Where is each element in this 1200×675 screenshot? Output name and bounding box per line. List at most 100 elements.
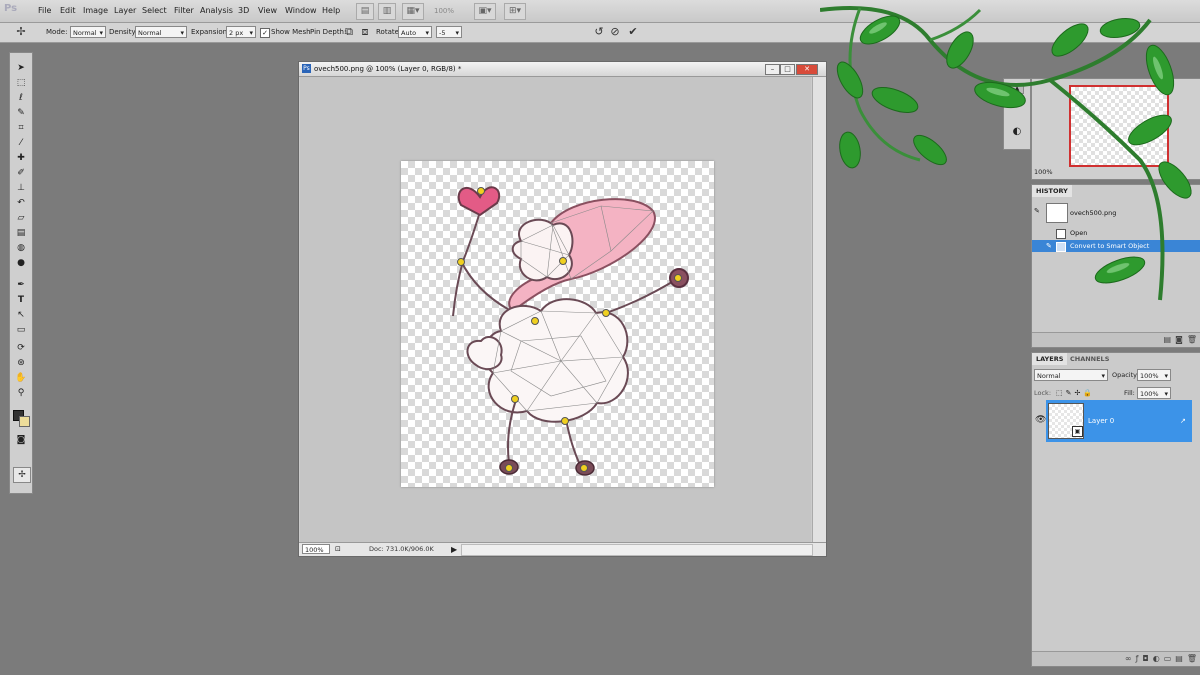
leaf-shape xyxy=(913,134,947,166)
pin-left-hip[interactable] xyxy=(511,395,519,403)
shape-tool-icon[interactable]: ▭ xyxy=(13,323,29,337)
menu-help[interactable]: Help xyxy=(322,0,340,22)
status-menu-arrow-icon[interactable]: ▶ xyxy=(451,543,457,556)
quick-select-tool-icon[interactable]: ✎ xyxy=(13,106,29,120)
image-canvas[interactable] xyxy=(401,161,714,487)
pin-right-shoulder[interactable] xyxy=(602,309,610,317)
hand-tool-icon[interactable]: ✋ xyxy=(13,371,29,385)
document-canvas-area[interactable] xyxy=(300,77,811,542)
tab-layers[interactable]: LAYERS xyxy=(1032,353,1068,365)
menu-image[interactable]: Image xyxy=(83,0,108,22)
pin-neck[interactable] xyxy=(531,317,539,325)
blend-mode-select[interactable]: Normal xyxy=(1034,369,1108,382)
puppet-warp-tool-icon[interactable]: ✢ xyxy=(13,467,31,483)
new-snapshot-icon[interactable]: ◙ xyxy=(1175,335,1187,344)
menu-select[interactable]: Select xyxy=(142,0,167,22)
pin-left-foot[interactable] xyxy=(505,464,513,472)
sheep-illustration[interactable] xyxy=(401,161,714,487)
type-tool-icon[interactable]: T xyxy=(13,293,29,307)
delete-icon[interactable]: 🗑 xyxy=(1187,335,1200,344)
mode-value: Normal xyxy=(73,29,97,37)
eraser-tool-icon[interactable]: ▱ xyxy=(13,211,29,225)
gradient-tool-icon[interactable]: ▤ xyxy=(13,226,29,240)
menu-edit[interactable]: Edit xyxy=(60,0,76,22)
quick-mask-icon[interactable]: ◙ xyxy=(13,433,29,447)
mini-bridge-icon[interactable]: ▥ xyxy=(378,3,396,20)
rotate-select[interactable]: Auto xyxy=(398,26,432,39)
pin-heart[interactable] xyxy=(477,187,485,195)
zoom-level-select[interactable]: 100% xyxy=(434,0,454,22)
commit-icon[interactable]: ✔ xyxy=(626,25,640,39)
layer-fx-icon[interactable]: ↗ xyxy=(1180,400,1186,442)
3d-orbit-tool-icon[interactable]: ⊛ xyxy=(13,356,29,370)
minimize-icon[interactable]: – xyxy=(765,64,780,75)
document-title-bar[interactable]: Ps ovech500.png @ 100% (Layer 0, RGB/8) … xyxy=(299,62,826,77)
link-layers-icon[interactable]: ∞ xyxy=(1125,654,1136,663)
zoom-tool-icon[interactable]: ⚲ xyxy=(13,386,29,400)
pin-backward-icon[interactable]: ⧈ xyxy=(358,25,372,39)
mode-select[interactable]: Normal xyxy=(70,26,106,39)
tab-channels[interactable]: CHANNELS xyxy=(1066,353,1113,365)
delete-layer-icon[interactable]: 🗑 xyxy=(1187,654,1200,663)
menu-view[interactable]: View xyxy=(258,0,277,22)
pin-left-hand[interactable] xyxy=(457,258,465,266)
new-layer-icon[interactable]: ▤ xyxy=(1175,654,1187,663)
head-shape xyxy=(511,218,574,282)
close-icon[interactable]: ✕ xyxy=(796,64,818,75)
menu-filter[interactable]: Filter xyxy=(174,0,194,22)
show-mesh-checkbox[interactable]: ✓ xyxy=(260,28,270,38)
fill-input[interactable]: 100% xyxy=(1137,387,1171,400)
menu-window[interactable]: Window xyxy=(285,0,317,22)
healing-brush-tool-icon[interactable]: ✚ xyxy=(13,151,29,165)
pin-right-foot[interactable] xyxy=(580,464,588,472)
marquee-tool-icon[interactable]: ⬚ xyxy=(13,76,29,90)
adjustment-layer-icon[interactable]: ◐ xyxy=(1153,654,1164,663)
pin-head[interactable] xyxy=(559,257,567,265)
pin-right-hip[interactable] xyxy=(561,417,569,425)
eyedropper-tool-icon[interactable]: ⁄ xyxy=(13,136,29,150)
move-tool-icon[interactable]: ➤ xyxy=(13,61,29,75)
dodge-tool-icon[interactable]: ● xyxy=(13,256,29,270)
pen-tool-icon[interactable]: ✒ xyxy=(13,278,29,292)
blur-tool-icon[interactable]: ◍ xyxy=(13,241,29,255)
new-document-icon[interactable]: ▤ xyxy=(1164,335,1176,344)
menu-layer[interactable]: Layer xyxy=(114,0,136,22)
cancel-icon[interactable]: ⊘ xyxy=(608,25,622,39)
lasso-tool-icon[interactable]: ℓ xyxy=(13,91,29,105)
visibility-eye-icon[interactable]: 👁 xyxy=(1035,415,1046,425)
view-extras-icon[interactable]: ▦▾ xyxy=(402,3,424,20)
rotate-angle-input[interactable]: -5 xyxy=(436,26,462,39)
zoom-field[interactable]: 100% xyxy=(302,544,330,554)
history-brush-tool-icon[interactable]: ↶ xyxy=(13,196,29,210)
3d-rotate-tool-icon[interactable]: ⟳ xyxy=(13,341,29,355)
smart-object-icon: ▣ xyxy=(1072,426,1083,437)
layer-mask-icon[interactable]: ◘ xyxy=(1142,654,1152,663)
expansion-input[interactable]: 2 px xyxy=(226,26,256,39)
layers-panel: LAYERS CHANNELS Normal Opacity: 100% Loc… xyxy=(1031,352,1200,667)
bridge-icon[interactable]: ▤ xyxy=(356,3,374,20)
brush-tool-icon[interactable]: ✐ xyxy=(13,166,29,180)
menu-file[interactable]: File xyxy=(38,0,51,22)
menu-analysis[interactable]: Analysis xyxy=(200,0,233,22)
background-color-swatch[interactable] xyxy=(19,416,30,427)
opacity-input[interactable]: 100% xyxy=(1137,369,1171,382)
screen-mode-icon[interactable]: ⊞▾ xyxy=(504,3,526,20)
clone-stamp-tool-icon[interactable]: ⊥ xyxy=(13,181,29,195)
lock-icons[interactable]: ⬚✎✢🔒 xyxy=(1056,387,1095,399)
crop-tool-icon[interactable]: ⌗ xyxy=(13,121,29,135)
horizontal-scrollbar[interactable] xyxy=(461,544,813,556)
menu-3d[interactable]: 3D xyxy=(238,0,249,22)
vine-stem xyxy=(820,6,1152,87)
puppet-warp-tool-icon[interactable]: ✢ xyxy=(14,25,28,39)
pin-right-hand[interactable] xyxy=(674,274,682,282)
layer-name[interactable]: Layer 0 xyxy=(1088,400,1114,442)
layer-row[interactable]: ▣ Layer 0 ↗ xyxy=(1046,400,1192,442)
pin-forward-icon[interactable]: ⧉ xyxy=(342,25,356,39)
status-icon[interactable]: ⊡ xyxy=(335,544,341,555)
arrange-documents-icon[interactable]: ▣▾ xyxy=(474,3,496,20)
density-select[interactable]: Normal xyxy=(135,26,187,39)
remove-pins-icon[interactable]: ↺ xyxy=(592,25,606,39)
group-icon[interactable]: ▭ xyxy=(1164,654,1176,663)
maximize-icon[interactable]: □ xyxy=(780,64,795,75)
path-select-tool-icon[interactable]: ↖ xyxy=(13,308,29,322)
